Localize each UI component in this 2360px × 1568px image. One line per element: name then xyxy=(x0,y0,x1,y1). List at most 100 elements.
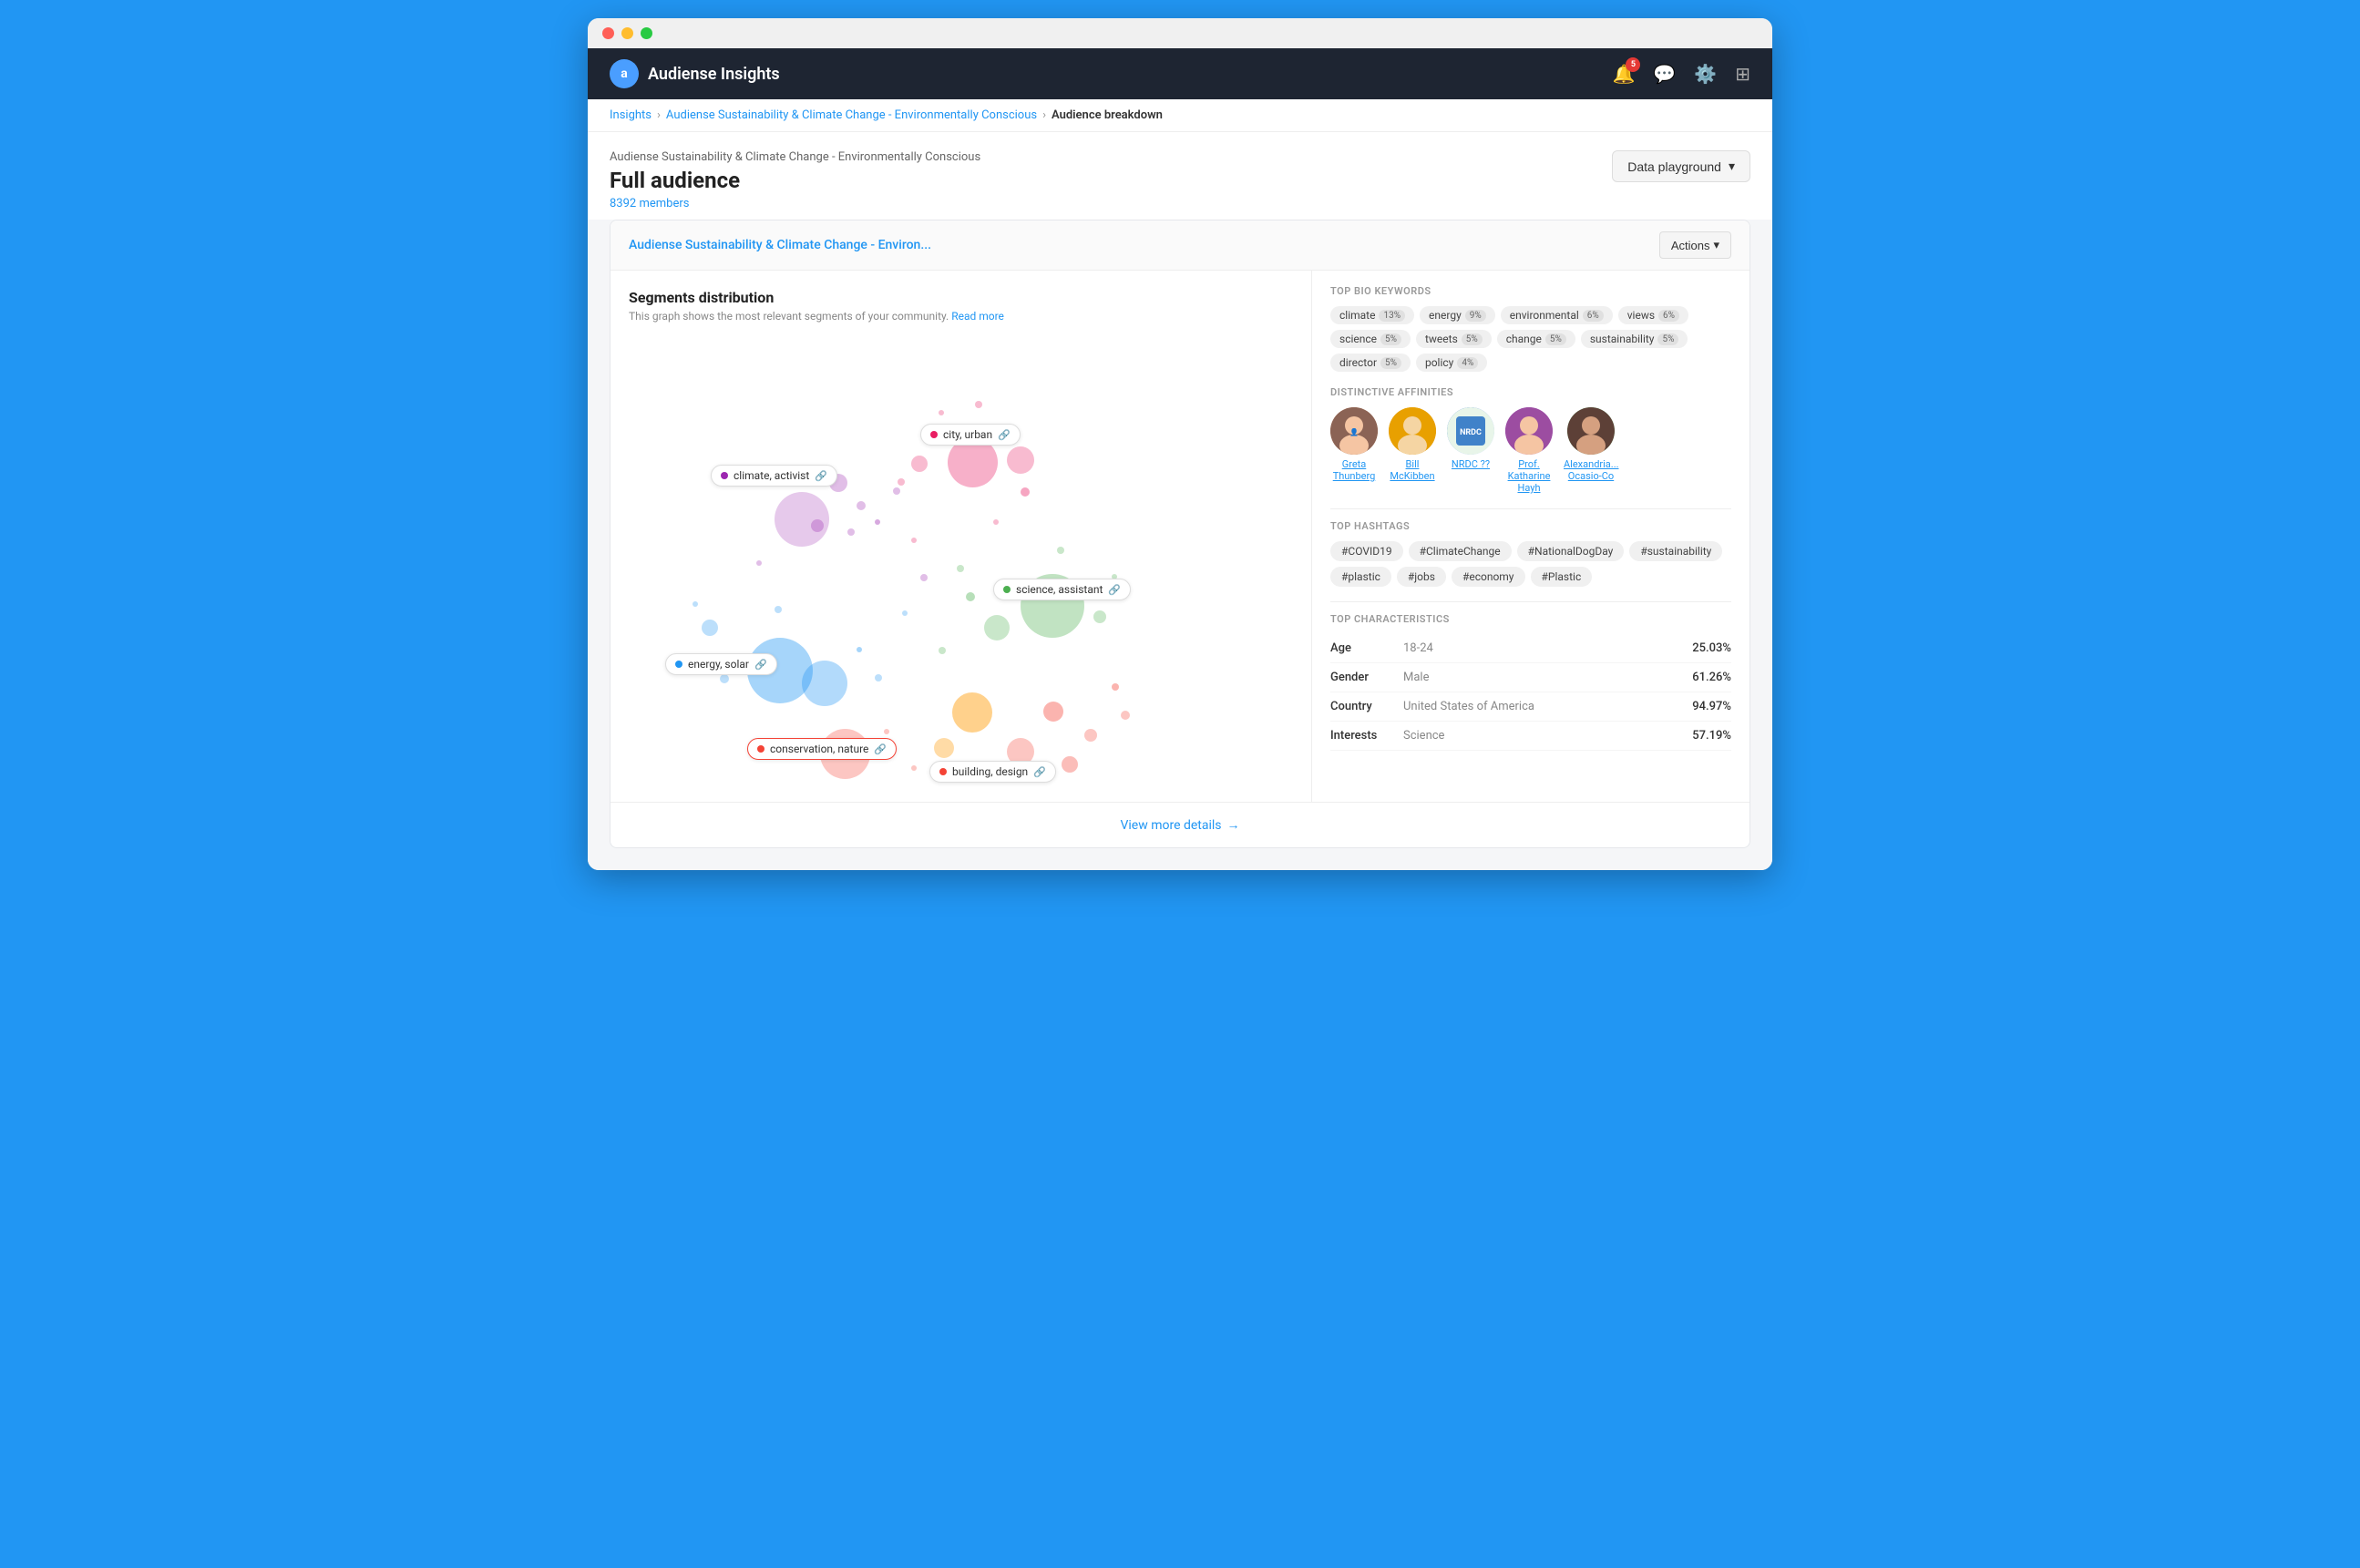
main-content: Audiense Sustainability & Climate Change… xyxy=(588,220,1772,870)
close-btn[interactable] xyxy=(602,27,614,39)
navbar-actions: 🔔 5 💬 ⚙️ ⊞ xyxy=(1613,63,1750,85)
characteristics-section: Top characteristics Age 18-24 25.03% Gen… xyxy=(1330,601,1731,751)
segment-label-science[interactable]: science, assistant 🔗 xyxy=(993,579,1131,600)
segment-dot-climate xyxy=(721,472,728,479)
keyword-science: science 5% xyxy=(1330,330,1411,348)
char-pct-age: 25.03% xyxy=(1692,641,1731,655)
read-more-link[interactable]: Read more xyxy=(951,310,1004,323)
bubble xyxy=(975,401,982,408)
bubble xyxy=(934,738,954,758)
affinities-title: Distinctive affinities xyxy=(1330,386,1731,398)
affinity-bill[interactable]: BillMcKibben xyxy=(1389,407,1436,494)
hashtag-Plastic[interactable]: #Plastic xyxy=(1531,567,1593,587)
segment-text-energy: energy, solar xyxy=(688,658,749,671)
segment-label-conservation[interactable]: conservation, nature 🔗 xyxy=(747,738,897,760)
keyword-climate: climate 13% xyxy=(1330,306,1414,324)
char-value-interests: Science xyxy=(1403,729,1692,743)
keyword-change: change 5% xyxy=(1497,330,1575,348)
keyword-views: views 6% xyxy=(1618,306,1688,324)
bubble xyxy=(1062,756,1078,773)
bubble xyxy=(902,610,908,616)
breadcrumb: Insights › Audiense Sustainability & Cli… xyxy=(588,99,1772,132)
avatar-alex xyxy=(1567,407,1615,455)
card-header: Audiense Sustainability & Climate Change… xyxy=(611,220,1749,271)
bubble xyxy=(811,519,824,532)
chat-icon[interactable]: 💬 xyxy=(1653,63,1676,85)
page-subtitle: Audiense Sustainability & Climate Change… xyxy=(610,150,980,164)
segment-link-city[interactable]: 🔗 xyxy=(998,429,1011,441)
notification-badge: 5 xyxy=(1626,57,1640,72)
hashtag-row-2: #plastic #jobs #economy #Plastic xyxy=(1330,567,1731,587)
titlebar xyxy=(588,18,1772,48)
avatar-greta: 👤 xyxy=(1330,407,1378,455)
hashtag-climatechange[interactable]: #ClimateChange xyxy=(1409,541,1512,561)
breadcrumb-insights[interactable]: Insights xyxy=(610,108,652,122)
bio-keywords-list: climate 13% energy 9% environmental 6% xyxy=(1330,306,1731,372)
minimize-btn[interactable] xyxy=(621,27,633,39)
bubble xyxy=(1057,547,1064,554)
content-card: Audiense Sustainability & Climate Change… xyxy=(610,220,1750,848)
hashtag-jobs[interactable]: #jobs xyxy=(1397,567,1446,587)
segment-link-conservation[interactable]: 🔗 xyxy=(874,743,887,755)
segment-label-building[interactable]: building, design 🔗 xyxy=(929,761,1056,783)
segment-link-building[interactable]: 🔗 xyxy=(1033,766,1046,778)
data-playground-button[interactable]: Data playground ▾ xyxy=(1612,150,1750,182)
bubble xyxy=(802,661,847,706)
bubble xyxy=(1093,610,1106,623)
actions-button[interactable]: Actions ▾ xyxy=(1659,231,1731,259)
segment-link-climate[interactable]: 🔗 xyxy=(815,470,827,482)
bubble xyxy=(775,606,782,613)
actions-chevron-icon: ▾ xyxy=(1713,238,1719,252)
settings-icon[interactable]: ⚙️ xyxy=(1694,63,1717,85)
char-pct-gender: 61.26% xyxy=(1692,671,1731,684)
bubble xyxy=(984,615,1010,641)
bubble-chart: climate, activist 🔗 city, urban 🔗 scienc… xyxy=(629,337,1293,784)
page-header-left: Audiense Sustainability & Climate Change… xyxy=(610,150,980,210)
affinity-greta[interactable]: 👤 GretaThunberg xyxy=(1330,407,1378,494)
affinity-name-greta: GretaThunberg xyxy=(1333,458,1376,482)
avatar-bill xyxy=(1389,407,1436,455)
bubble xyxy=(993,519,999,525)
affinity-name-alex: Alexandria...Ocasio-Co xyxy=(1564,458,1618,482)
notifications-icon[interactable]: 🔔 5 xyxy=(1613,63,1636,85)
segment-text-building: building, design xyxy=(952,765,1028,778)
segment-label-city[interactable]: city, urban 🔗 xyxy=(920,424,1021,446)
char-label-gender: Gender xyxy=(1330,671,1403,684)
hashtags-section: Top hashtags #COVID19 #ClimateChange #Na… xyxy=(1330,508,1731,587)
bubble xyxy=(756,560,762,566)
hashtag-covid19[interactable]: #COVID19 xyxy=(1330,541,1403,561)
segment-label-climate[interactable]: climate, activist 🔗 xyxy=(711,465,837,487)
bubble xyxy=(884,729,889,734)
hashtag-plastic[interactable]: #plastic xyxy=(1330,567,1391,587)
actions-label: Actions xyxy=(1671,239,1710,252)
hashtag-economy[interactable]: #economy xyxy=(1452,567,1525,587)
maximize-btn[interactable] xyxy=(641,27,652,39)
bio-keywords-title: Top bio keywords xyxy=(1330,285,1731,297)
bubble xyxy=(875,519,880,525)
breadcrumb-sep-2: › xyxy=(1042,108,1046,122)
hashtag-sustainability[interactable]: #sustainability xyxy=(1629,541,1722,561)
bubble xyxy=(693,601,698,607)
bubble xyxy=(939,647,946,654)
bubble xyxy=(847,528,855,536)
segment-label-energy[interactable]: energy, solar 🔗 xyxy=(665,653,777,675)
segment-dot-building xyxy=(939,768,947,775)
breadcrumb-audience[interactable]: Audiense Sustainability & Climate Change… xyxy=(666,108,1037,122)
svg-text:👤: 👤 xyxy=(1349,427,1359,436)
bubble xyxy=(1084,729,1097,742)
grid-icon[interactable]: ⊞ xyxy=(1735,63,1750,85)
bubble xyxy=(857,501,866,510)
avatar-nrdc: NRDC xyxy=(1447,407,1494,455)
segment-link-science[interactable]: 🔗 xyxy=(1108,584,1121,596)
affinity-alex[interactable]: Alexandria...Ocasio-Co xyxy=(1564,407,1618,494)
affinity-nrdc[interactable]: NRDC NRDC ?? xyxy=(1447,407,1494,494)
svg-text:NRDC: NRDC xyxy=(1460,428,1482,437)
affinity-prof[interactable]: Prof.KatharineHayh xyxy=(1505,407,1553,494)
char-pct-country: 94.97% xyxy=(1692,700,1731,713)
affinity-name-nrdc: NRDC ?? xyxy=(1452,458,1490,470)
keyword-environmental: environmental 6% xyxy=(1501,306,1613,324)
hashtag-nationaldogday[interactable]: #NationalDogDay xyxy=(1517,541,1625,561)
view-more-link[interactable]: View more details → xyxy=(611,802,1749,847)
segment-link-energy[interactable]: 🔗 xyxy=(754,659,767,671)
bubble xyxy=(911,765,917,771)
